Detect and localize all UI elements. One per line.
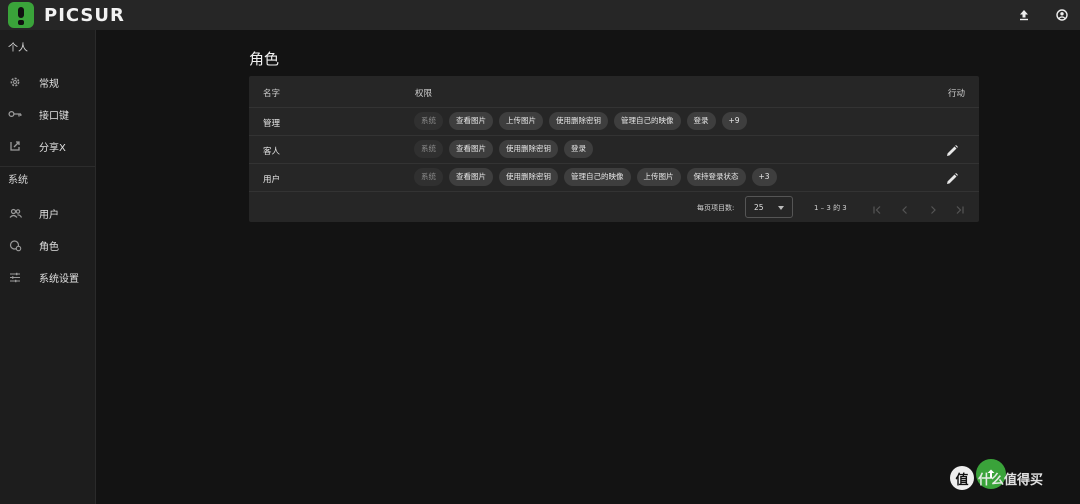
permission-chips: 系统 查看图片 使用删除密钥 登录 <box>414 140 593 158</box>
column-header-permissions: 权限 <box>415 89 433 99</box>
last-page-icon[interactable] <box>954 201 966 214</box>
sidebar-item-label: 角色 <box>39 241 59 253</box>
more-permissions-chip[interactable]: +9 <box>721 112 747 130</box>
permission-chip: 使用删除密钥 <box>499 140 558 158</box>
permission-chip: 查看图片 <box>449 112 493 130</box>
permission-chip: 系统 <box>414 112 443 130</box>
paginator: 每页项目数: 25 1 – 3 的 3 <box>249 192 979 222</box>
logo-text: PICSUR <box>44 4 125 26</box>
permission-chip: 上传图片 <box>499 112 543 130</box>
items-per-page-label: 每页项目数: <box>697 204 735 212</box>
gear-icon <box>8 75 22 89</box>
permission-chip: 保持登录状态 <box>686 168 746 186</box>
logo-badge-icon <box>8 2 34 28</box>
app-logo[interactable]: PICSUR <box>0 0 125 30</box>
sidebar-item-roles[interactable]: 角色 <box>0 229 95 261</box>
permission-chip: 登录 <box>564 140 593 158</box>
permission-chips: 系统 查看图片 上传图片 使用删除密钥 管理自己的映像 登录 +9 <box>414 112 747 130</box>
column-header-name: 名字 <box>263 89 281 99</box>
page-range-label: 1 – 3 的 3 <box>814 204 847 212</box>
first-page-icon[interactable] <box>871 201 883 214</box>
permission-chips: 系统 查看图片 使用删除密钥 管理自己的映像 上传图片 保持登录状态 +3 <box>414 168 777 186</box>
permission-chip: 系统 <box>414 168 443 186</box>
permission-chip: 管理自己的映像 <box>614 112 681 130</box>
table-row: 管理 系统 查看图片 上传图片 使用删除密钥 管理自己的映像 登录 +9 <box>249 108 979 136</box>
page-title: 角色 <box>249 50 280 68</box>
previous-page-icon[interactable] <box>899 201 911 214</box>
permission-chip: 查看图片 <box>449 168 493 186</box>
users-icon <box>8 206 22 220</box>
permission-chip: 登录 <box>686 112 716 130</box>
permission-chip: 查看图片 <box>449 140 493 158</box>
roles-table: 名字 权限 行动 管理 系统 查看图片 上传图片 使用删除密钥 管理自己的映像 … <box>249 76 979 222</box>
upload-icon[interactable] <box>1014 5 1034 25</box>
table-header: 名字 权限 行动 <box>249 76 979 108</box>
next-page-icon[interactable] <box>927 201 939 214</box>
top-actions <box>1014 0 1072 30</box>
chevron-down-icon <box>778 206 784 210</box>
permission-chip: 系统 <box>414 140 443 158</box>
share-icon <box>8 139 22 153</box>
top-bar: PICSUR <box>0 0 1080 30</box>
sliders-icon <box>8 270 22 284</box>
edit-icon[interactable] <box>945 171 959 185</box>
sidebar-item-label: 用户 <box>39 209 59 221</box>
sidebar-item-label: 接口键 <box>39 110 69 122</box>
account-icon[interactable] <box>1052 5 1072 25</box>
permission-chip: 上传图片 <box>636 168 681 186</box>
edit-icon[interactable] <box>945 143 959 157</box>
table-row: 用户 系统 查看图片 使用删除密钥 管理自己的映像 上传图片 保持登录状态 +3 <box>249 164 979 192</box>
sidebar-section-system: 系统 <box>8 175 28 186</box>
watermark-text: 什么值得买 <box>978 472 1044 488</box>
watermark-badge: 值 <box>950 466 974 490</box>
sidebar-item-api-keys[interactable]: 接口键 <box>0 98 95 130</box>
table-row: 客人 系统 查看图片 使用删除密钥 登录 <box>249 136 979 164</box>
items-per-page-select[interactable]: 25 <box>745 196 793 218</box>
role-name: 用户 <box>263 175 281 185</box>
sidebar: 个人 常规 接口键 分享X 系统 用户 角色 系统设置 <box>0 30 96 504</box>
roles-icon <box>8 238 22 252</box>
permission-chip: 管理自己的映像 <box>564 168 631 186</box>
permission-chip: 使用删除密钥 <box>499 168 558 186</box>
role-name: 管理 <box>263 119 281 129</box>
sidebar-item-label: 分享X <box>39 142 66 154</box>
permission-chip: 使用删除密钥 <box>549 112 608 130</box>
sidebar-item-label: 系统设置 <box>39 273 79 285</box>
sidebar-item-users[interactable]: 用户 <box>0 197 95 229</box>
sidebar-item-system-settings[interactable]: 系统设置 <box>0 261 95 293</box>
sidebar-section-personal: 个人 <box>8 43 28 54</box>
more-permissions-chip[interactable]: +3 <box>751 168 777 186</box>
sidebar-item-general[interactable]: 常规 <box>0 66 95 98</box>
items-per-page-value: 25 <box>754 203 764 212</box>
sidebar-item-label: 常规 <box>39 78 59 90</box>
key-icon <box>8 107 22 121</box>
sidebar-item-sharex[interactable]: 分享X <box>0 130 95 162</box>
watermark: 值 什么值得买 <box>950 466 1043 490</box>
column-header-actions: 行动 <box>947 89 965 99</box>
role-name: 客人 <box>263 147 281 157</box>
